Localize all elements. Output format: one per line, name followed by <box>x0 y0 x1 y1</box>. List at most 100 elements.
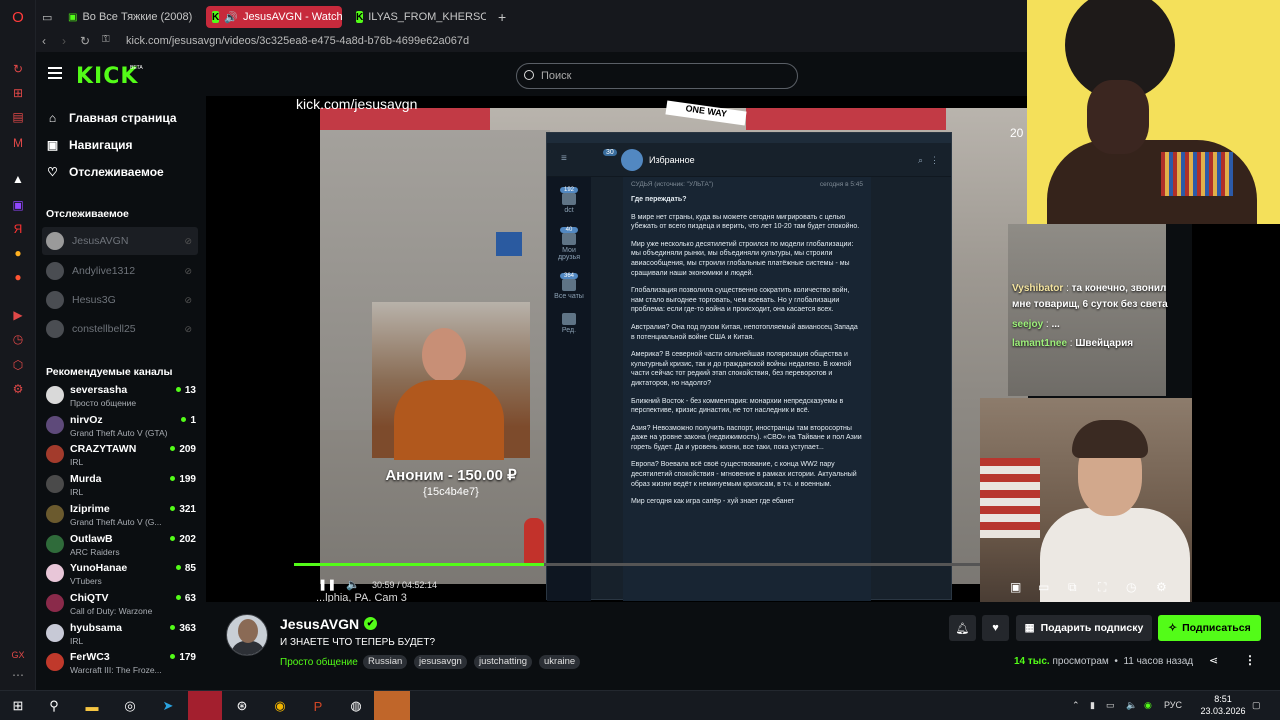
gift-sub-button[interactable]: ▦ Подарить подписку <box>1016 615 1152 641</box>
yandex-icon[interactable]: Я <box>9 220 27 238</box>
telegram-icon[interactable]: ➤ <box>158 696 178 716</box>
clip-icon[interactable]: ▣ <box>1010 580 1021 594</box>
volume-icon[interactable]: 🔈 <box>346 578 360 591</box>
share-icon[interactable]: ⋖ <box>1209 654 1218 667</box>
tag[interactable]: ukraine <box>539 655 581 669</box>
tray-chevron-icon[interactable]: ⌃ <box>1072 700 1080 711</box>
language-indicator[interactable]: РУС <box>1164 700 1182 710</box>
active-app-button[interactable] <box>374 691 410 720</box>
heart-icon: ♡ <box>47 165 58 179</box>
fullscreen-icon[interactable]: ⛶ <box>1098 580 1106 595</box>
aria-icon[interactable]: ▲ <box>9 170 27 188</box>
gear-icon[interactable]: ⚙ <box>1156 580 1167 594</box>
refresh-icon[interactable]: ↻ <box>9 60 27 78</box>
obs-icon[interactable]: ◍ <box>346 696 366 716</box>
recommended-channel[interactable]: nirvOz Grand Theft Auto V (GTA) 1 <box>46 412 196 440</box>
m-icon[interactable]: M <box>9 134 27 152</box>
site-info-icon[interactable]: ⚿ <box>102 34 110 45</box>
recommended-channel[interactable]: OutlawB ARC Raiders 202 <box>46 531 196 559</box>
new-tab-button[interactable]: + <box>492 6 512 28</box>
vk-icon[interactable]: ● <box>9 268 27 286</box>
player-icon[interactable]: ▶ <box>9 306 27 324</box>
nav-following[interactable]: ♡ Отслеживаемое <box>46 165 164 179</box>
tab-label: Во Все Тяжкие (2008) Смотре... <box>82 11 196 23</box>
windows-start-icon[interactable]: ⊞ <box>8 696 28 716</box>
more-icon[interactable]: ⋯ <box>9 666 27 684</box>
tab-jesusavgn[interactable]: K 🔊 JesusAVGN - Watch the <box>206 6 342 28</box>
recommended-channel[interactable]: ChiQTV Call of Duty: Warzone 63 <box>46 590 196 618</box>
subscribe-label: Подписаться <box>1182 622 1251 634</box>
more-options-icon[interactable]: ⋮ <box>1244 653 1256 667</box>
settings-icon[interactable]: ⚙ <box>9 380 27 398</box>
recommended-channel[interactable]: seversasha Просто общение 13 <box>46 382 196 410</box>
volume-icon[interactable]: 🔈 <box>1126 700 1137 711</box>
pip-icon[interactable]: ⧉ <box>1068 580 1077 595</box>
video-player[interactable]: ONE WAY kick.com/jesusavgn 20 ≡ 30 Избра… <box>206 96 1028 602</box>
speed-icon[interactable]: ◷ <box>1126 580 1136 594</box>
category-link[interactable]: Просто общение <box>280 657 358 668</box>
search-input[interactable] <box>541 68 781 84</box>
forward-icon[interactable]: › <box>62 34 66 48</box>
channel-game: Просто общение <box>70 398 137 408</box>
chrome-icon[interactable]: ◉ <box>270 696 290 716</box>
channel-game: VTubers <box>70 576 102 587</box>
url-field[interactable]: kick.com/jesusavgn/videos/3c325ea8-e475-… <box>126 35 469 47</box>
nav-home[interactable]: ⌂ Главная страница <box>46 111 177 125</box>
subscribe-button[interactable]: ✧ Подписаться <box>1158 615 1261 641</box>
channel-game: Grand Theft Auto V (G... <box>70 516 162 527</box>
opera-taskbar-button[interactable] <box>188 691 222 720</box>
extensions-icon[interactable]: ⬡ <box>9 356 27 374</box>
menu-icon[interactable] <box>48 67 62 79</box>
tab-breaking-bad[interactable]: ▣ Во Все Тяжкие (2008) Смотре... <box>62 6 196 28</box>
tag[interactable]: Russian <box>363 655 408 669</box>
history-icon[interactable]: ◷ <box>9 330 27 348</box>
tag[interactable]: justchatting <box>474 655 533 669</box>
back-icon[interactable]: ‹ <box>42 34 46 48</box>
file-explorer-icon[interactable]: ▬ <box>82 696 102 716</box>
message-paragraph: Азия? Невозможно получить паспорт, иност… <box>631 424 862 451</box>
recommended-channel[interactable]: Iziprime Grand Theft Auto V (G... 321 <box>46 501 196 529</box>
channel-name[interactable]: JesusAVGN <box>280 616 359 632</box>
channel-name: ChiQTV <box>70 591 109 604</box>
following-item[interactable]: Andylive1312 ⊘ <box>42 257 198 285</box>
search-icon[interactable]: ⚲ <box>44 696 64 716</box>
following-item[interactable]: constellbell25 ⊘ <box>42 315 198 343</box>
follow-button[interactable]: ♥ <box>982 615 1009 641</box>
tab-ilyas[interactable]: K ILYAS_FROM_KHERSON S <box>350 6 486 28</box>
following-name: Hesus3G <box>72 294 116 306</box>
recommended-channel[interactable]: hyubsama IRL 363 <box>46 620 196 648</box>
clip-icon[interactable]: ▤ <box>9 108 27 126</box>
powerpoint-icon[interactable]: P <box>308 696 328 716</box>
clock[interactable]: 8:51 23.03.2026 <box>1200 693 1246 717</box>
recommended-channel[interactable]: YunoHanae VTubers 85 <box>46 560 196 588</box>
tag[interactable]: jesusavgn <box>414 655 467 669</box>
opera-logo-icon[interactable]: O <box>9 8 27 26</box>
following-item[interactable]: JesusAVGN ⊘ <box>42 227 198 255</box>
usb-icon[interactable]: ▮ <box>1090 700 1095 711</box>
bag-icon[interactable]: ⊞ <box>9 84 27 102</box>
nav-browse[interactable]: ▣ Навигация <box>46 138 133 152</box>
viewer-count: 179 <box>170 652 196 663</box>
reload-icon[interactable]: ↻ <box>80 34 90 48</box>
following-item[interactable]: Hesus3G ⊘ <box>42 286 198 314</box>
screen: O ↻ ⊞ ▤ M ▲ ▣ Я ● ● ▶ ◷ ⬡ ⚙ GX ⋯ ▭ ▣ Во … <box>0 0 1280 720</box>
network-app-icon[interactable]: ⊛ <box>232 696 252 716</box>
recommended-channel[interactable]: CRAZYTAWN IRL 209 <box>46 441 196 469</box>
app-icon[interactable]: ● <box>9 244 27 262</box>
channel-avatar[interactable] <box>226 614 268 656</box>
tab-sidebar-toggle[interactable]: ▭ <box>36 6 56 28</box>
channel-game: ARC Raiders <box>70 546 120 557</box>
steam-icon[interactable]: ◎ <box>120 696 140 716</box>
recommended-channel[interactable]: FerWC3 Warcraft III: The Froze... 179 <box>46 649 196 677</box>
notifications-button[interactable]: 🔔︎ <box>949 615 976 641</box>
pause-icon[interactable]: ❚❚ <box>318 578 336 591</box>
twitch-icon[interactable]: ▣ <box>9 196 27 214</box>
recommended-channel[interactable]: Murda IRL 199 <box>46 471 196 499</box>
gx-icon[interactable]: GX <box>9 646 27 664</box>
theater-icon[interactable]: ▭ <box>1038 580 1049 594</box>
message-source: СУДЬЯ (источник: "УЛЬТА") <box>631 181 714 188</box>
notifications-icon[interactable]: ▢ <box>1252 700 1261 711</box>
search-box[interactable] <box>516 63 798 89</box>
battery-icon[interactable]: ▭ <box>1106 700 1115 711</box>
nvidia-icon[interactable]: ◉ <box>1144 700 1152 711</box>
